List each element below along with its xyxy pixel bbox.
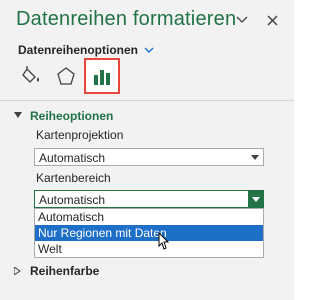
close-icon [267, 15, 277, 25]
mouse-cursor-icon [158, 231, 170, 255]
area-label: Kartenbereich [36, 171, 111, 185]
area-value: Automatisch [39, 193, 106, 207]
chevron-down-icon [144, 47, 154, 54]
tab-effects[interactable] [50, 60, 82, 92]
pane-options-button[interactable] [232, 10, 252, 30]
section-label: Reiheoptionen [30, 109, 114, 123]
projection-select[interactable]: Automatisch [34, 148, 264, 166]
effects-icon [57, 67, 75, 85]
pane-title: Datenreihen formatieren [16, 8, 237, 30]
area-select[interactable]: Automatisch [34, 190, 264, 208]
fill-line-icon [22, 66, 39, 83]
dropdown-arrow-icon [248, 191, 263, 207]
dropdown-option-highlighted[interactable]: Nur Regionen mit Daten [35, 225, 263, 241]
projection-label: Kartenprojektion [36, 128, 124, 142]
section-label: Reihenfarbe [30, 264, 100, 278]
dropdown-option[interactable]: Welt [35, 241, 263, 257]
series-options-label: Datenreihenoptionen [18, 43, 139, 57]
projection-value: Automatisch [39, 151, 106, 165]
series-options-icon [94, 70, 110, 85]
collapsed-triangle-icon [14, 267, 24, 275]
dropdown-option[interactable]: Automatisch [35, 209, 263, 225]
tab-fill-line[interactable] [16, 60, 48, 92]
divider [0, 100, 294, 101]
dropdown-arrow-icon [247, 149, 263, 165]
expanded-triangle-icon [14, 112, 24, 120]
chevron-down-icon [236, 16, 248, 23]
series-options-section[interactable]: Reiheoptionen [14, 109, 113, 123]
close-button[interactable] [262, 10, 282, 30]
area-dropdown-list: Automatisch Nur Regionen mit Daten Welt [34, 208, 264, 258]
series-color-section[interactable]: Reihenfarbe [14, 264, 99, 278]
tab-series-options[interactable] [84, 58, 120, 94]
series-options-dropdown[interactable]: Datenreihenoptionen [18, 43, 154, 57]
format-series-pane: Datenreihen formatieren Datenreihenoptio… [0, 0, 294, 300]
